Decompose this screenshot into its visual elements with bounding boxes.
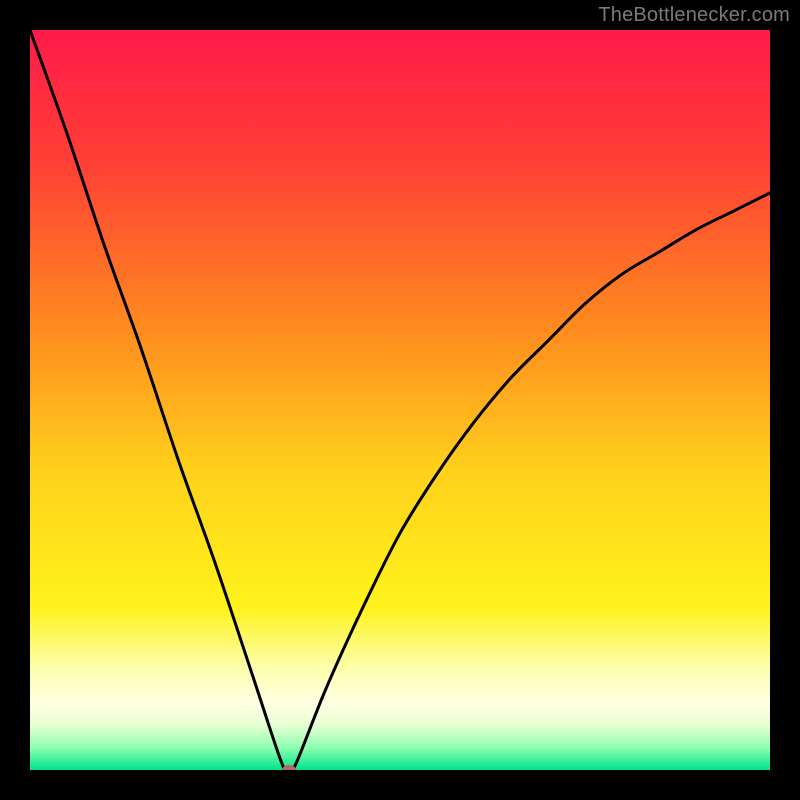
chart-svg bbox=[30, 30, 770, 770]
watermark-text: TheBottlenecker.com bbox=[598, 4, 790, 27]
plot-area bbox=[30, 30, 770, 770]
chart-frame: TheBottlenecker.com bbox=[0, 0, 800, 800]
gradient-background bbox=[30, 30, 770, 770]
